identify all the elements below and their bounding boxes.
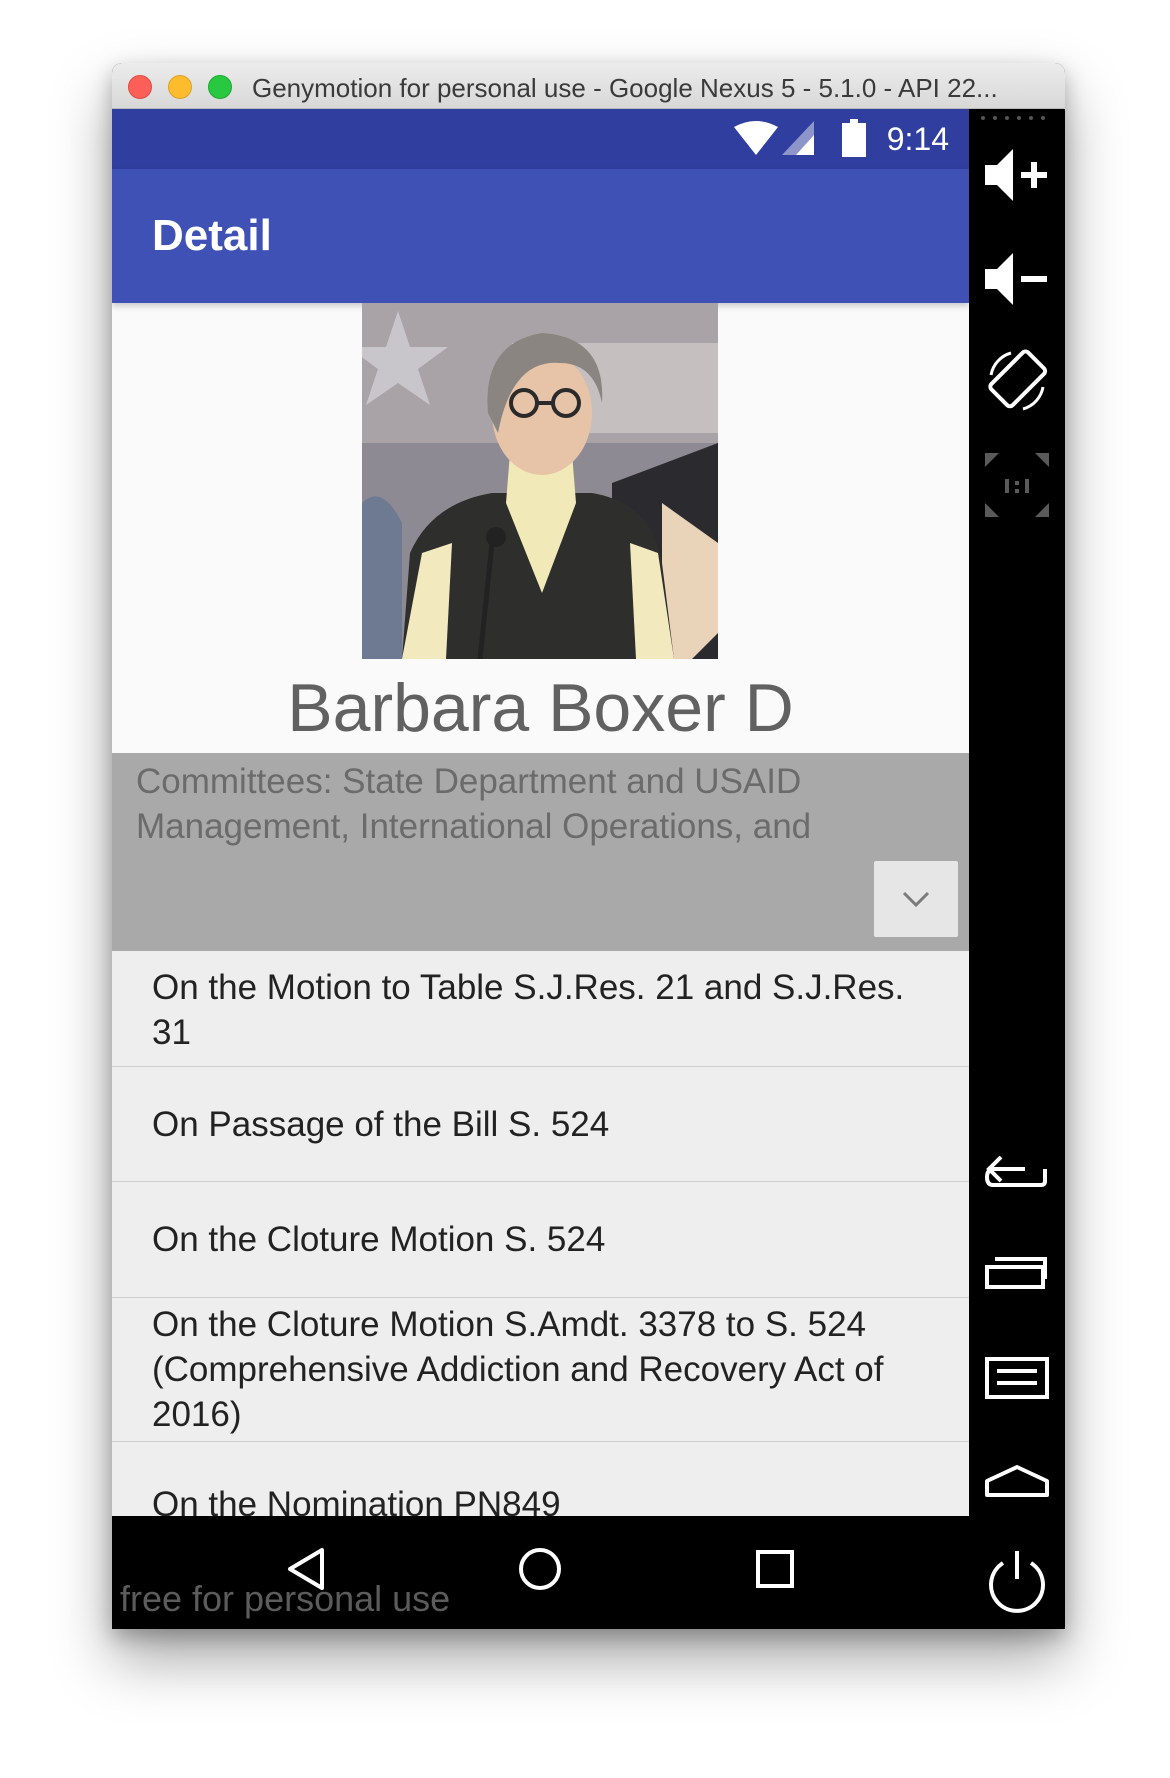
vote-title: On the Nomination PN849 [152,1485,561,1516]
power-icon[interactable] [981,1545,1053,1617]
vote-list-item[interactable]: On the Cloture Motion S.Amdt. 3378 to S.… [112,1298,969,1442]
recent-apps-sidebar-icon[interactable] [981,1237,1053,1309]
committees-panel: Committees: State Department and USAID M… [112,753,969,951]
watermark-text: free for personal use [120,1578,451,1619]
emulator-window: Genymotion for personal use - Google Nex… [112,63,1065,1629]
volume-up-icon[interactable] [981,139,1053,211]
wifi-icon [734,121,778,155]
committees-text: Committees: State Department and USAID M… [136,762,812,846]
volume-down-icon[interactable] [981,243,1053,315]
home-sidebar-icon[interactable] [981,1443,1053,1515]
app-bar: Detail [112,169,969,303]
menu-sidebar-icon[interactable] [981,1341,1053,1413]
app-bar-title: Detail [152,211,272,260]
rotate-icon[interactable] [981,345,1053,417]
votes-list: On the Motion to Table S.J.Res. 21 and S… [112,951,969,1516]
maximize-window-button[interactable] [208,75,232,99]
vote-list-item[interactable]: On the Cloture Motion S. 524 [112,1182,969,1298]
legislator-photo [362,303,718,659]
status-time: 9:14 [886,121,949,157]
close-window-button[interactable] [128,75,152,99]
vote-list-item[interactable]: On the Nomination PN849 [112,1442,969,1516]
cell-signal-icon [782,121,814,155]
back-sidebar-icon[interactable] [981,1133,1053,1205]
chevron-down-icon [902,891,930,908]
expand-committees-button[interactable] [874,861,958,937]
vote-list-item[interactable]: On the Motion to Table S.J.Res. 21 and S… [112,951,969,1067]
vote-title: On the Cloture Motion S.Amdt. 3378 to S.… [152,1305,884,1434]
emulator-sidebar [969,109,1065,1629]
device-screen: 9:14 Detail Barbara Boxer D Committees: … [112,109,969,1516]
pixel-perfect-icon[interactable] [981,449,1053,521]
minimize-window-button[interactable] [168,75,192,99]
recent-apps-icon[interactable] [750,1544,800,1594]
vote-title: On the Motion to Table S.J.Res. 21 and S… [152,968,905,1052]
vote-title: On the Cloture Motion S. 524 [152,1220,606,1259]
drag-handle-icon[interactable] [979,115,1055,121]
status-bar: 9:14 [112,109,969,169]
home-icon[interactable] [515,1544,565,1594]
battery-icon [842,119,866,157]
window-title: Genymotion for personal use - Google Nex… [252,73,998,103]
window-titlebar[interactable]: Genymotion for personal use - Google Nex… [112,63,1065,109]
android-nav-bar: free for personal use [112,1516,969,1629]
legislator-name: Barbara Boxer D [287,670,794,746]
vote-title: On Passage of the Bill S. 524 [152,1104,610,1144]
vote-list-item[interactable]: On Passage of the Bill S. 524 [112,1067,969,1182]
